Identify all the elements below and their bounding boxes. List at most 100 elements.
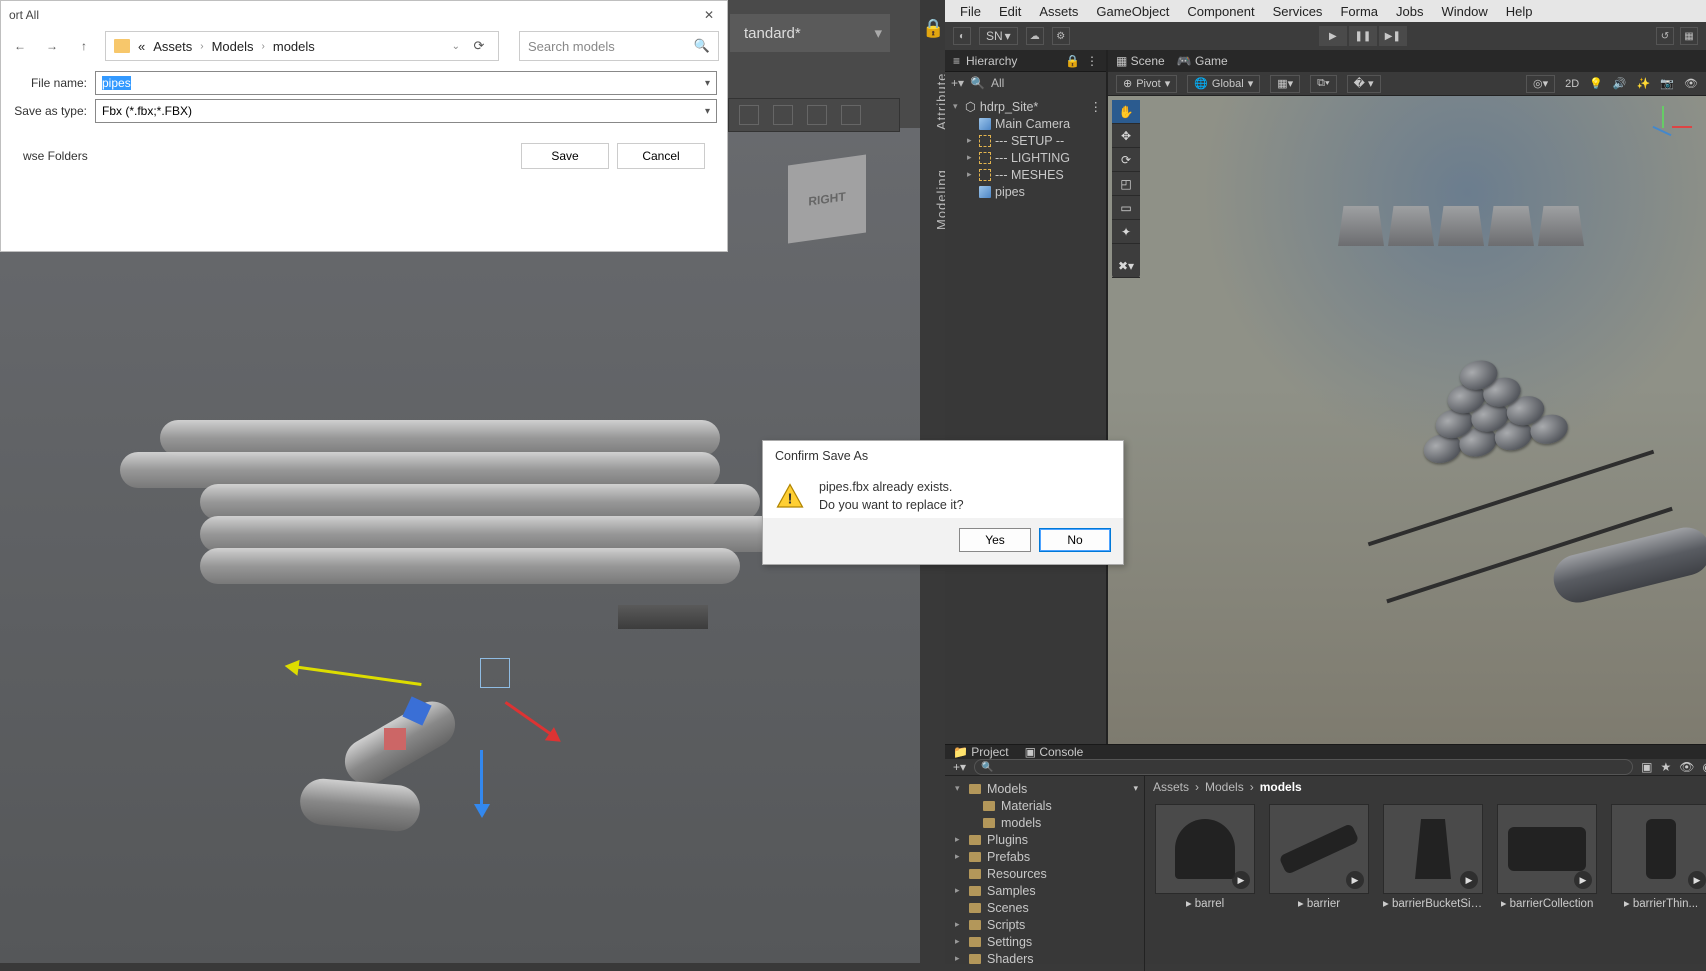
axis-y-icon[interactable] bbox=[1662, 106, 1664, 128]
folder-node[interactable]: ▸Settings bbox=[945, 933, 1144, 950]
tree-node[interactable]: ▸--- MESHES bbox=[945, 166, 1106, 183]
sn-dropdown[interactable]: SN▾ bbox=[979, 27, 1018, 45]
kebab-icon[interactable]: ⋮ bbox=[1086, 54, 1098, 68]
pivot-toggle[interactable]: ⊕Pivot▾ bbox=[1116, 75, 1177, 93]
draw-mode-icon[interactable]: ◎▾ bbox=[1526, 75, 1555, 93]
gizmo-axis-red[interactable] bbox=[505, 701, 556, 738]
up-button[interactable]: ↑ bbox=[73, 35, 95, 57]
gizmo-plane-blue[interactable] bbox=[402, 696, 431, 725]
maya-shelf-tab[interactable]: tandard* ▾ bbox=[730, 14, 890, 52]
menu-file[interactable]: File bbox=[951, 4, 990, 19]
breadcrumb[interactable]: « Assets › Models › models ⌄ ⟳ bbox=[105, 31, 499, 61]
asset-item[interactable]: ▶▸ barrierThin... bbox=[1611, 804, 1706, 965]
toggle-2d[interactable]: 2D bbox=[1565, 78, 1579, 90]
step-button[interactable]: ▶❚ bbox=[1379, 26, 1407, 46]
layout-icon[interactable]: ▦ bbox=[1680, 27, 1698, 45]
save-button[interactable]: Save bbox=[521, 143, 609, 169]
crumb-part[interactable]: Models bbox=[1205, 780, 1244, 794]
rect-tool-icon[interactable]: ▭ bbox=[1112, 196, 1140, 220]
breadcrumb-part[interactable]: Models bbox=[212, 39, 254, 54]
menu-edit[interactable]: Edit bbox=[990, 4, 1030, 19]
kebab-icon[interactable]: ⋮ bbox=[1090, 99, 1107, 114]
expand-arrow-icon[interactable]: ▸ bbox=[967, 135, 975, 146]
tree-node[interactable]: Main Camera bbox=[945, 115, 1106, 132]
add-button[interactable]: +▾ bbox=[953, 760, 966, 774]
asset-item[interactable]: ▶▸ barrierCollection bbox=[1497, 804, 1597, 965]
gizmo-axis-blue[interactable] bbox=[480, 750, 483, 810]
expand-arrow-icon[interactable]: ▸ bbox=[967, 169, 975, 180]
folder-node[interactable]: Materials bbox=[945, 797, 1144, 814]
back-button[interactable]: ← bbox=[9, 35, 31, 57]
crumb-part[interactable]: models bbox=[1260, 780, 1302, 794]
gear-icon[interactable]: ⚙ bbox=[1052, 27, 1070, 45]
gizmo-axis-yellow[interactable] bbox=[292, 665, 421, 686]
refresh-icon[interactable]: ⟳ bbox=[468, 38, 490, 54]
axis-x-icon[interactable] bbox=[1672, 126, 1692, 128]
folder-node[interactable]: ▸Shaders bbox=[945, 950, 1144, 967]
fx-toggle-icon[interactable]: ✨ bbox=[1637, 77, 1651, 90]
rotate-tool-icon[interactable]: ⟳ bbox=[1112, 148, 1140, 172]
panel-tool-4[interactable] bbox=[841, 105, 861, 125]
menu-window[interactable]: Window bbox=[1432, 4, 1496, 19]
menu-services[interactable]: Services bbox=[1264, 4, 1332, 19]
scene-root[interactable]: ▾ ⬡ hdrp_Site* ⋮ bbox=[945, 98, 1106, 115]
increment-snap-icon[interactable]: ⧉▾ bbox=[1310, 75, 1336, 93]
breadcrumb-part[interactable]: models bbox=[273, 39, 315, 54]
search-input[interactable]: Search models 🔍 bbox=[519, 31, 719, 61]
folder-node[interactable]: ▸Prefabs bbox=[945, 848, 1144, 865]
view-cube[interactable]: RIGHT bbox=[788, 155, 866, 244]
confirm-no-button[interactable]: No bbox=[1039, 528, 1111, 552]
menu-component[interactable]: Component bbox=[1178, 4, 1263, 19]
account-icon[interactable]: ◐ bbox=[953, 27, 971, 45]
tree-node[interactable]: ▸--- LIGHTING bbox=[945, 149, 1106, 166]
hierarchy-tab[interactable]: ≡ Hierarchy 🔒 ⋮ bbox=[945, 50, 1106, 72]
forward-button[interactable]: → bbox=[41, 35, 63, 57]
file-name-input[interactable]: pipes bbox=[95, 71, 717, 95]
lock-icon[interactable]: 🔒 bbox=[922, 18, 944, 39]
move-tool-icon[interactable]: ✥ bbox=[1112, 124, 1140, 148]
lock-icon[interactable]: 🔒 bbox=[1065, 54, 1080, 68]
gizmo-center[interactable] bbox=[480, 658, 510, 688]
asset-item[interactable]: ▶▸ barrierBucketSing... bbox=[1383, 804, 1483, 965]
undo-history-icon[interactable]: ↺ bbox=[1656, 27, 1674, 45]
confirm-yes-button[interactable]: Yes bbox=[959, 528, 1031, 552]
lighting-toggle-icon[interactable]: 💡 bbox=[1589, 77, 1603, 90]
custom-tool-icon[interactable]: ✖▾ bbox=[1112, 254, 1140, 278]
slider-icon[interactable]: ◉ bbox=[1703, 760, 1706, 774]
gizmos-toggle-icon[interactable]: 👁 bbox=[1684, 77, 1698, 90]
tab-console[interactable]: ▣ Console bbox=[1025, 745, 1084, 759]
browse-folders-link[interactable]: wse Folders bbox=[23, 149, 88, 163]
transform-tool-icon[interactable]: ✦ bbox=[1112, 220, 1140, 244]
snap-icon[interactable]: � ▾ bbox=[1347, 75, 1381, 93]
orientation-gizmo[interactable] bbox=[1648, 104, 1696, 152]
tree-node[interactable]: ▸--- SETUP -- bbox=[945, 132, 1106, 149]
menu-help[interactable]: Help bbox=[1497, 4, 1542, 19]
folder-node[interactable]: Scenes bbox=[945, 899, 1144, 916]
add-button[interactable]: +▾ bbox=[951, 76, 964, 90]
pause-button[interactable]: ❚❚ bbox=[1349, 26, 1377, 46]
filter-icon[interactable]: ▣ bbox=[1641, 760, 1652, 774]
move-gizmo[interactable] bbox=[320, 660, 580, 820]
search-icon[interactable]: 🔍 bbox=[970, 76, 985, 90]
menu-jobs[interactable]: Jobs bbox=[1387, 4, 1432, 19]
tab-project[interactable]: 📁 Project bbox=[953, 745, 1009, 759]
folder-node[interactable]: models bbox=[945, 814, 1144, 831]
breadcrumb-part[interactable]: Assets bbox=[153, 39, 192, 54]
scene-view[interactable]: ▦ Scene 🎮 Game ⊕Pivot▾ 🌐Global▾ ▦▾ ⧉▾ � … bbox=[1107, 50, 1706, 744]
folder-node[interactable]: ▸Plugins bbox=[945, 831, 1144, 848]
folder-node[interactable]: ▸Scripts bbox=[945, 916, 1144, 933]
asset-item[interactable]: ▶▸ barrel bbox=[1155, 804, 1255, 965]
menu-forma[interactable]: Forma bbox=[1331, 4, 1387, 19]
tree-node[interactable]: pipes bbox=[945, 183, 1106, 200]
expand-arrow-icon[interactable]: ▸ bbox=[967, 152, 975, 163]
tab-game[interactable]: 🎮 Game bbox=[1177, 54, 1228, 68]
folder-node[interactable]: ▸Samples bbox=[945, 882, 1144, 899]
favorite-icon[interactable]: ★ bbox=[1661, 760, 1672, 774]
project-search[interactable]: 🔍 bbox=[974, 759, 1633, 775]
global-toggle[interactable]: 🌐Global▾ bbox=[1187, 75, 1260, 93]
panel-tool-3[interactable] bbox=[807, 105, 827, 125]
audio-toggle-icon[interactable]: 🔊 bbox=[1613, 77, 1627, 90]
folder-node[interactable]: ▾Models▾ bbox=[945, 780, 1144, 797]
save-type-select[interactable]: Fbx (*.fbx;*.FBX) bbox=[95, 99, 717, 123]
crumb-part[interactable]: Assets bbox=[1153, 780, 1189, 794]
